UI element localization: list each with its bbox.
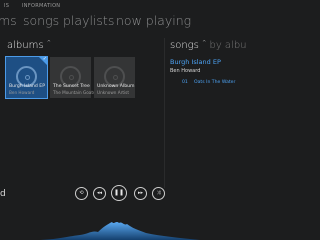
previous-icon[interactable]: ◂◂ xyxy=(93,187,106,200)
album-tile[interactable]: Unknown Album Unknown Artist xyxy=(94,57,135,98)
checkmark-icon xyxy=(39,56,47,65)
songs-title-text: songs xyxy=(170,40,199,51)
pivot-nav: ms songs playlists now playing xyxy=(0,12,240,32)
album-artist: The Mountain Goats xyxy=(53,90,96,95)
albums-title-text: albums xyxy=(7,40,44,51)
player-bar: d ⟲ ◂◂ ❚❚ ▸▸ ⤨ xyxy=(0,178,240,240)
sort-icon: ^ xyxy=(46,40,51,46)
songs-artist: Ben Howard xyxy=(170,68,201,74)
pause-icon[interactable]: ❚❚ xyxy=(111,185,127,201)
album-title: Burgh Island EP xyxy=(9,84,45,89)
track-title[interactable]: Oats In The Water xyxy=(194,80,235,85)
section-divider xyxy=(164,38,165,188)
track-number: 01 xyxy=(182,80,188,85)
album-artist: Unknown Artist xyxy=(97,90,129,95)
tab-now-playing[interactable]: now playing xyxy=(116,13,191,28)
album-artist: Ben Howard xyxy=(9,90,35,95)
album-title: Unknown Album xyxy=(97,84,135,89)
top-chrome-item[interactable]: INFORMATION xyxy=(22,3,60,9)
visualizer-wave xyxy=(0,222,200,240)
top-chrome: IS INFORMATION xyxy=(0,0,240,12)
sort-icon: ^ xyxy=(202,40,207,46)
tab-playlists[interactable]: playlists xyxy=(63,13,114,28)
album-tile-selected[interactable]: Burgh Island EP Ben Howard xyxy=(5,56,48,99)
songs-album-heading[interactable]: Burgh Island EP xyxy=(170,58,221,66)
tab-albums[interactable]: ms xyxy=(0,13,17,28)
top-chrome-item[interactable]: IS xyxy=(4,3,9,9)
songs-section-title[interactable]: songs ^ by albu xyxy=(170,40,247,51)
audio-visualizer xyxy=(0,222,200,240)
albums-section-title[interactable]: albums ^ xyxy=(7,40,51,51)
album-tile[interactable]: The Sunset Tree The Mountain Goats xyxy=(50,57,95,98)
shuffle-icon[interactable]: ⤨ xyxy=(152,187,165,200)
next-icon[interactable]: ▸▸ xyxy=(134,187,147,200)
now-playing-text: d xyxy=(0,189,6,199)
album-title: The Sunset Tree xyxy=(53,84,90,89)
sort-by-album-label[interactable]: by albu xyxy=(209,40,246,51)
tab-songs[interactable]: songs xyxy=(23,13,59,28)
repeat-icon[interactable]: ⟲ xyxy=(75,187,88,200)
